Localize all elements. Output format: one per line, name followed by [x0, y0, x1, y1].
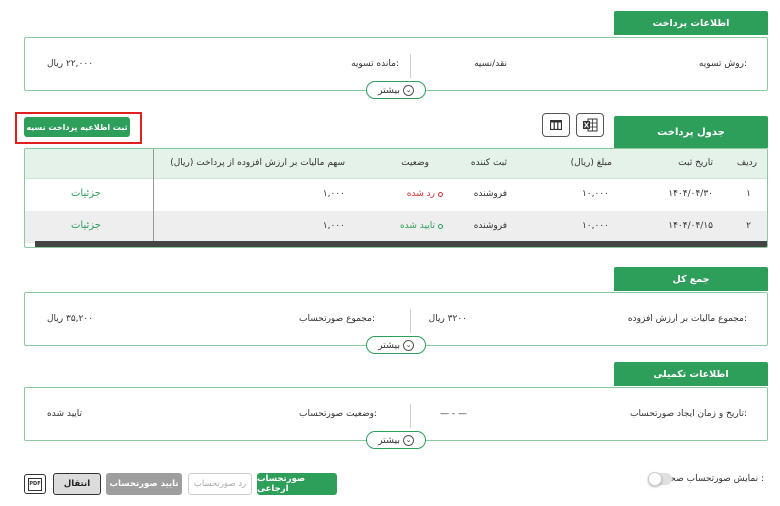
payment-info-more-button[interactable]: بیشتر ⌄ [366, 81, 426, 99]
table-row: ۲ ۱۴۰۴/۰۴/۱۵ ۱۰,۰۰۰ فروشنده تایید شده ۱,… [25, 211, 767, 243]
col-tax-share: سهم مالیات بر ارزش افزوده از پرداخت (ریا… [170, 158, 345, 168]
row-amount: ۱۰,۰۰۰ [581, 189, 609, 199]
invoice-status-label: وضعیت صورتحساب: [299, 409, 377, 419]
invoice-created-label: تاریخ و زمان ایجاد صورتحساب: [629, 409, 747, 419]
return-invoice-button[interactable]: صورتحساب ارجاعی [257, 473, 337, 495]
payment-info-header: اطلاعات پرداخت [614, 11, 768, 35]
more-label: بیشتر [377, 434, 401, 446]
pdf-label: PDF [29, 481, 41, 487]
extra-info-panel: تاریخ و زمان ایجاد صورتحساب: — - — وضعیت… [24, 387, 768, 449]
show-correct-invoice-toggle[interactable] [648, 472, 672, 486]
col-registrar: ثبت کننده [470, 158, 507, 168]
settlement-method-label: روش تسویه: [698, 59, 747, 69]
row-date: ۱۴۰۴/۰۴/۳۰ [668, 189, 713, 199]
approve-invoice-button[interactable]: تایید صورتحساب [106, 473, 182, 495]
divider [410, 54, 411, 78]
chevron-down-icon: ⌄ [403, 434, 415, 446]
payment-info-panel: روش تسویه: نقد/نسیه مانده تسویه: ۲۲,۰۰۰ … [24, 37, 768, 99]
invoice-status-value: تایید شده [47, 409, 83, 419]
details-link[interactable]: جزئیات [71, 188, 101, 199]
table-header-row [25, 149, 767, 179]
excel-icon [583, 118, 598, 132]
row-date: ۱۴۰۴/۰۴/۱۵ [668, 221, 713, 231]
transfer-button[interactable]: انتقال [53, 473, 101, 495]
details-link[interactable]: جزئیات [71, 220, 101, 231]
status-text: رد شده [406, 189, 435, 199]
extra-info-more-button[interactable]: بیشتر ⌄ [366, 431, 426, 449]
pdf-icon: PDF [28, 477, 42, 491]
total-vat-label: مجموع مالیات بر ارزش افزوده: [627, 314, 747, 324]
row-amount: ۱۰,۰۰۰ [581, 221, 609, 231]
status-text: تایید شده [399, 221, 435, 231]
chevron-down-icon: ⌄ [403, 339, 415, 351]
row-registrar: فروشنده [473, 189, 507, 199]
reject-invoice-button[interactable]: رد صورتحساب [188, 473, 252, 495]
col-amount: مبلغ (ریال) [570, 158, 612, 168]
row-tax: ۱,۰۰۰ [322, 189, 345, 199]
pdf-button[interactable]: PDF [24, 474, 46, 494]
payment-table-panel: ردیف تاریخ ثبت مبلغ (ریال) ثبت کننده وضع… [24, 148, 768, 248]
row-registrar: فروشنده [473, 221, 507, 231]
more-label: بیشتر [377, 339, 401, 351]
settlement-balance-label: مانده تسویه: [351, 59, 399, 69]
status-badge: رد شده [407, 189, 443, 199]
show-correct-invoice-label: نمایش صورتحساب صحیح : [661, 474, 764, 484]
total-more-button[interactable]: بیشتر ⌄ [366, 336, 426, 354]
settlement-method-value: نقد/نسیه [474, 59, 507, 69]
more-label: بیشتر [377, 84, 401, 96]
status-dot-icon [438, 191, 443, 197]
total-invoice-label: مجموع صورتحساب: [299, 314, 375, 324]
total-invoice-value: ۳۵,۲۰۰ ریال [47, 314, 94, 324]
excel-export-button[interactable] [576, 113, 604, 137]
total-panel: مجموع مالیات بر ارزش افزوده: ۳۲۰۰ ریال م… [24, 292, 768, 354]
divider [410, 309, 411, 333]
columns-icon [550, 120, 562, 130]
col-date: تاریخ ثبت [678, 158, 713, 168]
chevron-down-icon: ⌄ [403, 84, 415, 96]
invoice-created-value: — - — [440, 409, 467, 419]
col-index: ردیف [736, 158, 757, 168]
toggle-knob [648, 472, 662, 486]
table-row: ۱ ۱۴۰۴/۰۴/۳۰ ۱۰,۰۰۰ فروشنده رد شده ۱,۰۰۰… [25, 179, 767, 211]
divider [410, 404, 411, 428]
col-status: وضعیت [401, 158, 429, 168]
column-settings-button[interactable] [542, 113, 570, 137]
row-index: ۲ [746, 221, 751, 231]
status-dot-icon [438, 223, 443, 229]
row-tax: ۱,۰۰۰ [322, 221, 345, 231]
total-vat-value: ۳۲۰۰ ریال [428, 314, 467, 324]
extra-info-header: اطلاعات تکمیلی [614, 362, 768, 386]
highlight-box [15, 112, 142, 144]
payment-table-header: جدول پرداخت [614, 116, 768, 148]
row-index: ۱ [746, 189, 751, 199]
total-header: جمع کل [614, 267, 768, 291]
status-badge: تایید شده [400, 221, 443, 231]
settlement-balance-value: ۲۲,۰۰۰ ریال [47, 59, 94, 69]
